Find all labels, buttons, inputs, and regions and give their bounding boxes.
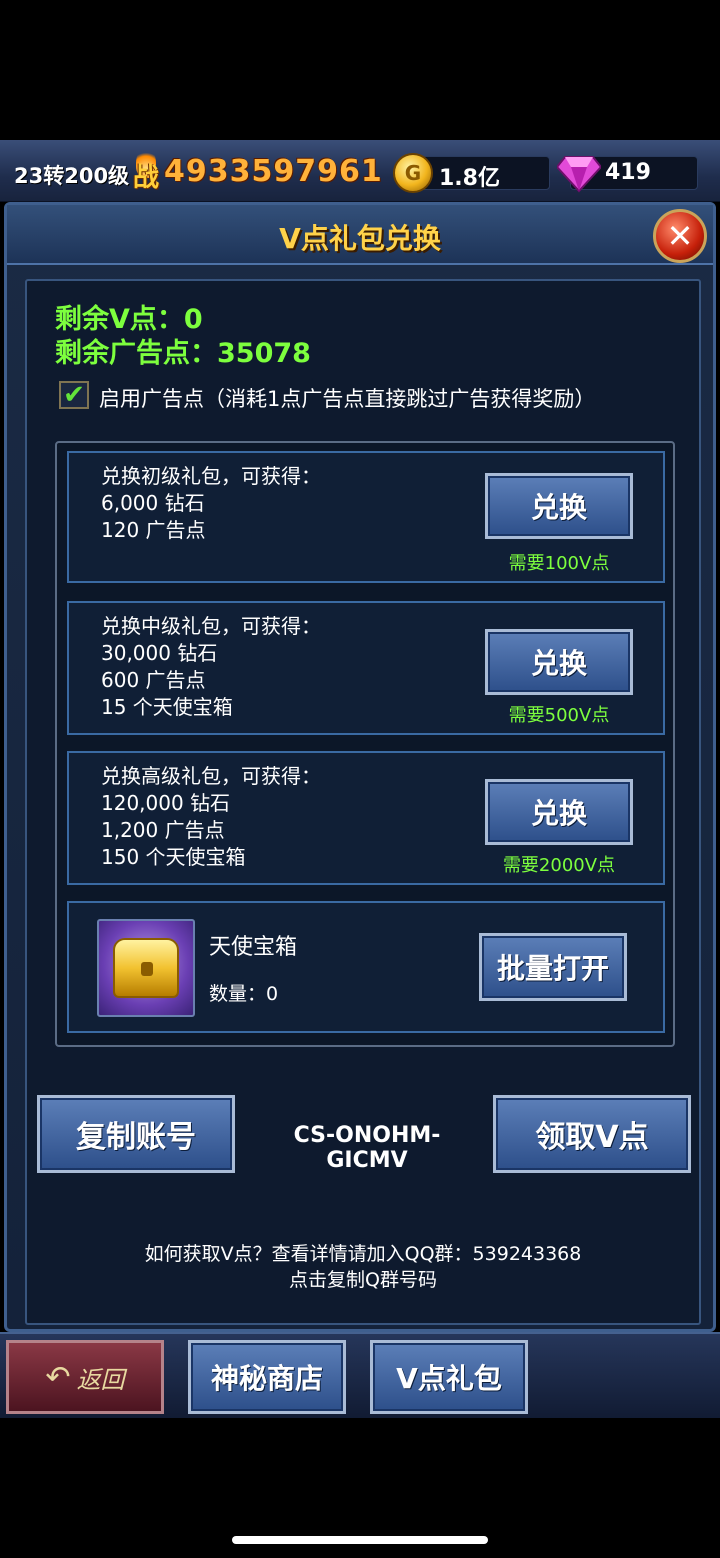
copy-qq-group-link[interactable]: 点击复制Q群号码: [27, 1267, 699, 1293]
package-reward: 6,000 钻石: [101, 491, 205, 515]
package-list: 兑换初级礼包，可获得： 6,000 钻石 120 广告点 兑换 需要100V点 …: [55, 441, 675, 1047]
help-text[interactable]: 如何获取V点？查看详情请加入QQ群：539243368 点击复制Q群号码: [27, 1241, 699, 1293]
treasure-chest-icon: [113, 938, 179, 998]
diamond-counter[interactable]: 419: [557, 156, 698, 193]
package-reward: 150 个天使宝箱: [101, 845, 246, 869]
package-basic: 兑换初级礼包，可获得： 6,000 钻石 120 广告点 兑换 需要100V点: [67, 451, 665, 583]
bottom-nav: ↶ 返回 神秘商店 V点礼包: [0, 1332, 720, 1418]
angel-chest-icon: [97, 919, 195, 1017]
resource-bar: 23转200级 战 4933597961 G 1.8亿 419: [0, 140, 720, 202]
power-icon: 战: [128, 148, 164, 194]
close-icon: ✕: [666, 217, 694, 255]
v-gift-button[interactable]: V点礼包: [370, 1340, 528, 1414]
exchange-intermediate-button[interactable]: 兑换: [485, 629, 633, 695]
status-bar: [0, 0, 720, 140]
diamond-icon: [557, 156, 601, 193]
package-reward: 120 广告点: [101, 518, 206, 542]
panel-content: 剩余V点：0 剩余广告点：35078 ✔ 启用广告点（消耗1点广告点直接跳过广告…: [25, 279, 701, 1325]
remaining-ad-points: 剩余广告点：35078: [55, 338, 311, 369]
back-label: 返回: [76, 1365, 125, 1394]
package-reward: 30,000 钻石: [101, 641, 218, 665]
package-description: 兑换高级礼包，可获得： 120,000 钻石 1,200 广告点 150 个天使…: [101, 763, 321, 871]
help-line: 如何获取V点？查看详情请加入QQ群：539243368: [144, 1243, 582, 1265]
package-reward: 120,000 钻石: [101, 791, 231, 815]
angel-chest-row: 天使宝箱 数量：0 批量打开: [67, 901, 665, 1033]
package-cost: 需要100V点: [508, 553, 610, 574]
diamond-amount: 419: [605, 160, 651, 185]
exchange-advanced-button[interactable]: 兑换: [485, 779, 633, 845]
chest-name: 天使宝箱: [209, 935, 298, 960]
mystery-shop-button[interactable]: 神秘商店: [188, 1340, 346, 1414]
package-title: 兑换初级礼包，可获得：: [101, 464, 321, 488]
gold-coin-icon: G: [393, 153, 433, 193]
panel-title: V点礼包兑换: [279, 222, 441, 255]
gold-amount: 1.8亿: [439, 166, 500, 191]
gold-counter[interactable]: G 1.8亿: [393, 153, 550, 193]
back-button[interactable]: ↶ 返回: [6, 1340, 164, 1414]
package-intermediate: 兑换中级礼包，可获得： 30,000 钻石 600 广告点 15 个天使宝箱 兑…: [67, 601, 665, 735]
package-advanced: 兑换高级礼包，可获得： 120,000 钻石 1,200 广告点 150 个天使…: [67, 751, 665, 885]
account-id: CS-ONOHM-GICMV: [293, 1123, 441, 1173]
chest-quantity: 数量：0: [209, 983, 279, 1005]
close-button[interactable]: ✕: [653, 209, 707, 263]
claim-v-points-button[interactable]: 领取V点: [493, 1095, 691, 1173]
power-label: 战: [132, 163, 159, 193]
package-cost: 需要500V点: [508, 705, 610, 726]
batch-open-button[interactable]: 批量打开: [479, 933, 627, 1001]
package-title: 兑换中级礼包，可获得：: [101, 614, 321, 638]
combat-power: 4933597961: [164, 154, 383, 189]
exchange-basic-button[interactable]: 兑换: [485, 473, 633, 539]
package-cost: 需要2000V点: [502, 855, 616, 876]
package-title: 兑换高级礼包，可获得：: [101, 764, 321, 788]
package-reward: 1,200 广告点: [101, 818, 225, 842]
use-ad-points-checkbox[interactable]: ✔: [59, 381, 89, 409]
package-reward: 600 广告点: [101, 668, 206, 692]
panel-header: V点礼包兑换 ✕: [7, 205, 713, 265]
level-label: 23转200级: [14, 164, 130, 188]
package-description: 兑换初级礼包，可获得： 6,000 钻石 120 广告点: [101, 463, 321, 544]
checkmark-icon: ✔: [63, 380, 85, 410]
use-ad-points-label: 启用广告点（消耗1点广告点直接跳过广告获得奖励）: [99, 387, 596, 411]
home-indicator[interactable]: [232, 1536, 488, 1544]
v-gift-exchange-panel: V点礼包兑换 ✕ 剩余V点：0 剩余广告点：35078 ✔ 启用广告点（消耗1点…: [4, 202, 716, 1332]
package-reward: 15 个天使宝箱: [101, 695, 233, 719]
package-description: 兑换中级礼包，可获得： 30,000 钻石 600 广告点 15 个天使宝箱: [101, 613, 321, 721]
copy-account-button[interactable]: 复制账号: [37, 1095, 235, 1173]
back-arrow-icon: ↶: [45, 1359, 71, 1395]
